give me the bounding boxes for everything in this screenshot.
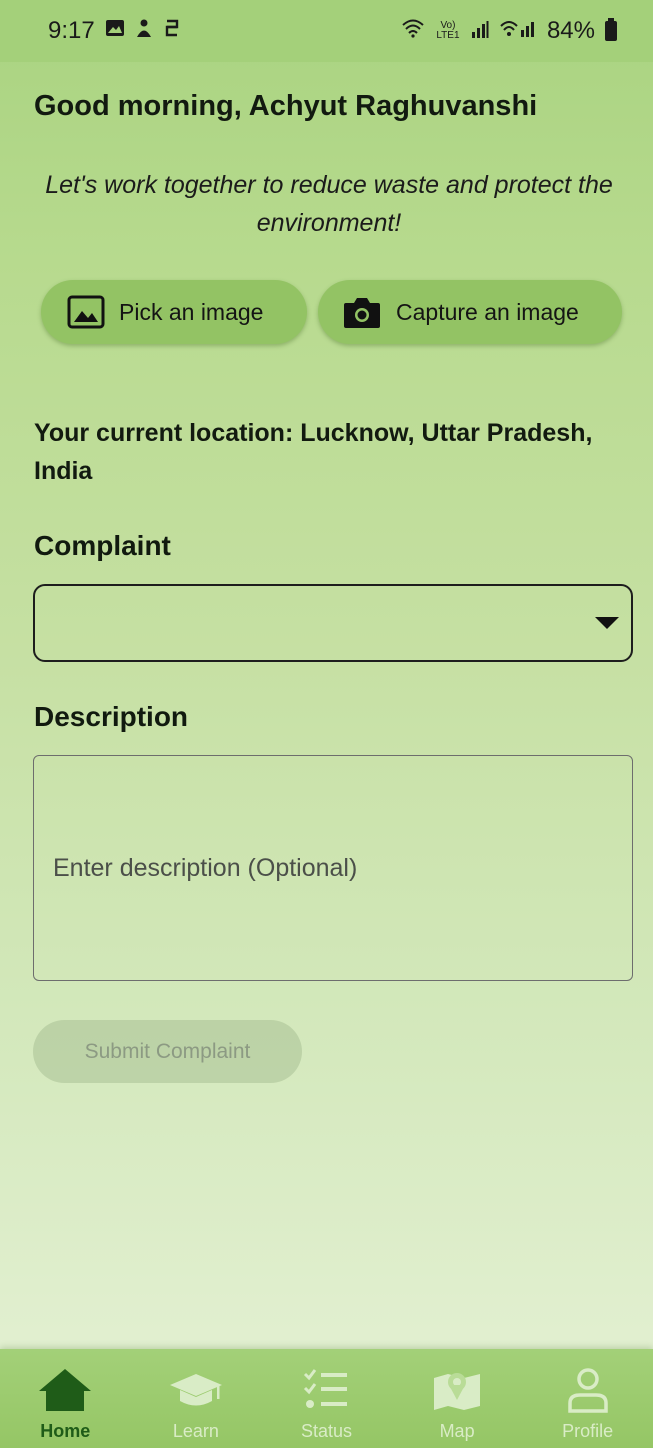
volte-icon: Vo) LTE1	[436, 20, 460, 41]
nav-label-learn: Learn	[172, 1421, 219, 1441]
nav-item-home[interactable]: Home	[0, 1349, 131, 1448]
wifi-icon	[401, 17, 425, 45]
battery-text: 84%	[546, 17, 595, 44]
signal-2-icon	[499, 17, 537, 45]
greeting: Good morning, Achyut Raghuvanshi	[34, 90, 538, 122]
sync-notification-icon	[163, 17, 181, 45]
tagline: Let's work together to reduce waste and …	[45, 171, 613, 237]
signal-icon	[471, 17, 489, 45]
nav-label-home: Home	[40, 1421, 91, 1441]
description-placeholder: Enter description (Optional)	[53, 853, 358, 882]
home-icon	[36, 1367, 94, 1413]
status-right: Vo) LTE1 84%	[401, 17, 617, 45]
nav-label-map: Map	[439, 1421, 475, 1441]
dropdown-arrow-icon	[595, 617, 619, 629]
nav-item-profile[interactable]: Profile	[522, 1349, 653, 1448]
bottom-navigation: Home Learn Status Map Profile	[0, 1349, 653, 1448]
capture-image-label: Capture an image	[396, 298, 579, 325]
profile-icon	[566, 1367, 610, 1413]
image-icon	[67, 295, 105, 329]
status-left: 9:17	[48, 17, 181, 45]
graduation-cap-icon	[168, 1367, 224, 1413]
nav-item-map[interactable]: Map	[392, 1349, 523, 1448]
map-icon	[432, 1367, 482, 1413]
submit-complaint-button[interactable]: Submit Complaint	[33, 1020, 302, 1083]
capture-image-button[interactable]: Capture an image	[318, 280, 622, 344]
app-notification-icon	[135, 17, 153, 45]
submit-complaint-label: Submit Complaint	[84, 1039, 251, 1063]
camera-icon	[342, 295, 382, 329]
description-field[interactable]: Enter description (Optional)	[33, 755, 633, 981]
pick-image-label: Pick an image	[119, 298, 264, 325]
complaint-label: Complaint	[34, 530, 171, 561]
battery-icon	[605, 18, 617, 41]
checklist-icon	[301, 1367, 351, 1413]
current-location-text: Your current location: Lucknow, Uttar Pr…	[34, 419, 593, 485]
nav-label-status: Status	[300, 1421, 352, 1441]
nav-item-status[interactable]: Status	[261, 1349, 392, 1448]
gallery-notification-icon	[105, 17, 125, 45]
nav-item-learn[interactable]: Learn	[131, 1349, 262, 1448]
description-label: Description	[34, 701, 189, 732]
nav-label-profile: Profile	[562, 1421, 614, 1441]
status-bar: 9:17 Vo) LTE1 84%	[0, 0, 653, 62]
pick-image-button[interactable]: Pick an image	[41, 280, 307, 344]
complaint-dropdown[interactable]	[33, 584, 633, 662]
status-time: 9:17	[48, 17, 95, 44]
